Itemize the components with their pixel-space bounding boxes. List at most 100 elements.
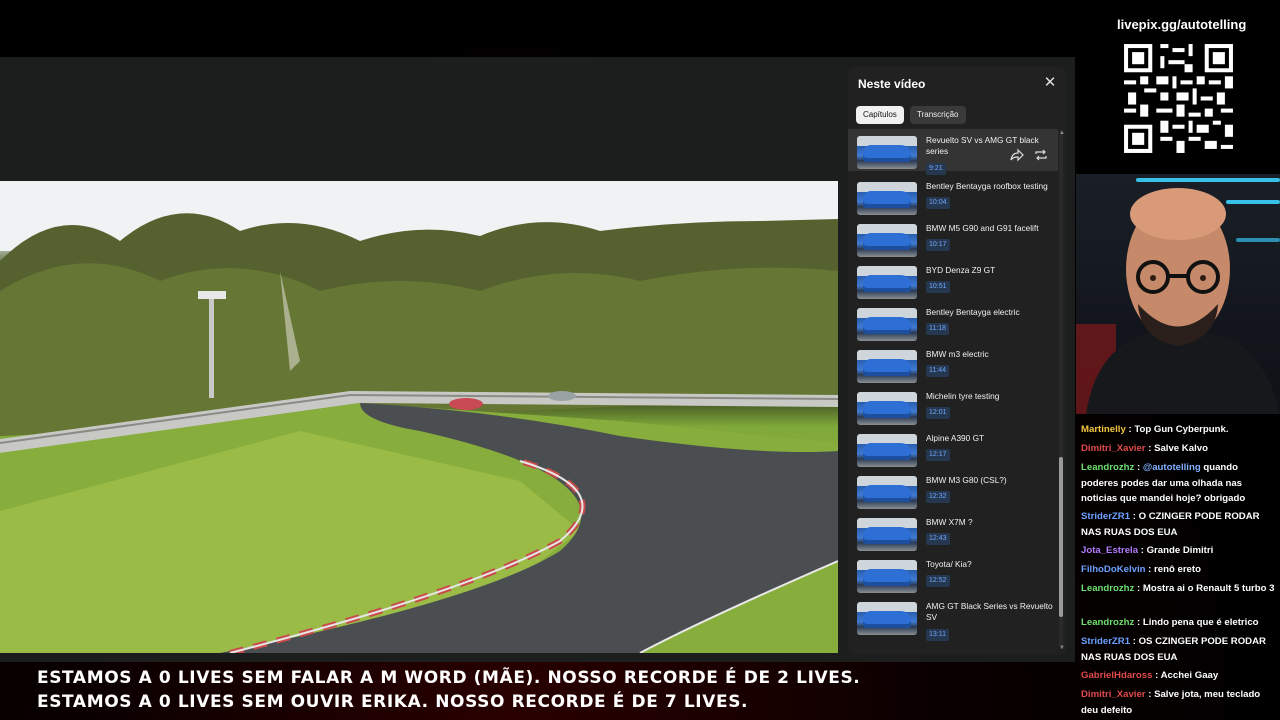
chat-text: Salve Kalvo <box>1154 443 1208 454</box>
chat-message: Leandrozhz : @autotelling quando poderes… <box>1081 462 1246 504</box>
chat-message: Martinelly : Top Gun Cyberpunk. <box>1081 424 1229 435</box>
chapter-title: Bentley Bentayga electric <box>926 307 1020 317</box>
bottom-ticker: ESTAMOS A 0 LIVES SEM FALAR A M WORD (MÃ… <box>0 662 1075 720</box>
chapter-thumbnail <box>857 560 917 593</box>
chapter-thumbnail <box>857 224 917 257</box>
chat-username[interactable]: Leandrozhz <box>1081 617 1134 628</box>
chapter-time[interactable]: 10:51 <box>926 281 950 293</box>
chapter-item[interactable]: BYD Denza Z9 GT 10:51 <box>848 259 1058 301</box>
chapter-time[interactable]: 11:18 <box>926 323 949 335</box>
ticker-line-2: ESTAMOS A 0 LIVES SEM OUVIR ERIKA. NOSSO… <box>37 692 749 712</box>
chapter-thumbnail <box>857 350 917 383</box>
chat-username[interactable]: Leandrozhz <box>1081 462 1134 473</box>
racetrack-scene <box>0 181 838 653</box>
chat-text: Top Gun Cyberpunk. <box>1134 424 1229 435</box>
chapter-item[interactable]: Michelin tyre testing 12:01 <box>848 385 1058 427</box>
streamer-silhouette <box>1076 188 1280 414</box>
chapter-title: Alpine A390 GT <box>926 433 985 443</box>
chat-username[interactable]: Jota_Estrela <box>1081 545 1138 556</box>
chapter-item[interactable]: BMW M3 G80 (CSL?) 12:32 <box>848 469 1058 511</box>
chapter-item[interactable]: Revuelto SV vs AMG GT black series 9:21 <box>848 129 1058 175</box>
webcam-feed <box>1076 174 1280 414</box>
chapter-thumbnail <box>857 434 917 467</box>
chat-message: FilhoDoKelvin : renô ereto <box>1081 564 1201 575</box>
chapter-item[interactable]: Bentley Bentayga electric 11:18 <box>848 301 1058 343</box>
chat-message: Dimitri_Xavier : Salve jota, meu teclado… <box>1081 689 1261 716</box>
chapter-title: BMW m3 electric <box>926 349 989 359</box>
chapter-title: BMW M5 G90 and G91 facelift <box>926 223 1039 233</box>
chat-text: Grande Dimitri <box>1146 545 1214 556</box>
chapter-time[interactable]: 11:44 <box>926 365 949 377</box>
chat-username[interactable]: StriderZR1 <box>1081 511 1130 522</box>
chapter-item[interactable]: BMW M5 G90 and G91 facelift 10:17 <box>848 217 1058 259</box>
chapter-title: AMG GT Black Series vs Revuelto SV <box>926 601 1053 622</box>
chapter-time[interactable]: 12:52 <box>926 575 950 587</box>
chapter-thumbnail <box>857 182 917 215</box>
chat-message: Jota_Estrela : Grande Dimitri <box>1081 545 1214 556</box>
video-frame-image[interactable] <box>0 181 838 653</box>
chapter-time[interactable]: 10:04 <box>926 197 950 209</box>
ticker-line-1: ESTAMOS A 0 LIVES SEM FALAR A M WORD (MÃ… <box>37 668 861 688</box>
chapter-thumbnail <box>857 266 917 299</box>
chapter-title: BYD Denza Z9 GT <box>926 265 996 275</box>
close-icon[interactable]: ✕ <box>1042 75 1058 91</box>
chapter-title: Michelin tyre testing <box>926 391 1000 401</box>
chat-text: Lindo pena que é eletrico <box>1142 617 1259 628</box>
chapter-title: BMW X7M ? <box>926 517 973 527</box>
scroll-down-icon[interactable]: ▼ <box>1059 645 1065 651</box>
panel-header: Neste vídeo ✕ <box>848 67 1066 101</box>
chapter-item[interactable]: BMW X7M ? 12:43 <box>848 511 1058 553</box>
chapter-title: BMW M3 G80 (CSL?) <box>926 475 1007 485</box>
chapter-scrollbar[interactable] <box>1059 131 1063 649</box>
chapter-thumbnail <box>857 476 917 509</box>
chapter-time[interactable]: 9:21 <box>926 163 946 175</box>
tab-chapters[interactable]: Capítulos <box>856 106 904 124</box>
chapter-time[interactable]: 12:43 <box>926 533 950 545</box>
chat-username[interactable]: FilhoDoKelvin <box>1081 564 1146 575</box>
chapters-panel: Neste vídeo ✕ Capítulos Transcrição Revu… <box>848 67 1066 655</box>
chapter-time[interactable]: 13:11 <box>926 629 949 641</box>
loop-icon[interactable] <box>1034 148 1048 162</box>
chat-feed: Martinelly : Top Gun Cyberpunk. Dimitri_… <box>1076 420 1280 720</box>
chapter-thumbnail <box>857 392 917 425</box>
livepix-url: livepix.gg/autotelling <box>1117 17 1247 32</box>
stream-overlay: Neste vídeo ✕ Capítulos Transcrição Revu… <box>0 0 1280 720</box>
chapter-thumbnail <box>857 518 917 551</box>
chapter-thumbnail <box>857 308 917 341</box>
share-icon[interactable] <box>1010 148 1024 162</box>
chat-username[interactable]: Martinelly <box>1081 424 1126 435</box>
panel-title: Neste vídeo <box>858 77 926 91</box>
chapter-item[interactable]: BMW m3 electric 11:44 <box>848 343 1058 385</box>
qr-code <box>1120 40 1237 157</box>
chat-message: Leandrozhz : Lindo pena que é eletrico <box>1081 617 1259 628</box>
chat-username[interactable]: GabrielHdaross <box>1081 670 1152 681</box>
chapter-time[interactable]: 10:17 <box>926 239 950 251</box>
chapter-item[interactable]: Bentley Bentayga roofbox testing 10:04 <box>848 175 1058 217</box>
chat-username[interactable]: Dimitri_Xavier <box>1081 689 1146 700</box>
chapter-time[interactable]: 12:01 <box>926 407 950 419</box>
scroll-thumb[interactable] <box>1059 457 1063 617</box>
chapter-item[interactable]: Alpine A390 GT 12:17 <box>848 427 1058 469</box>
chat-username[interactable]: StriderZR1 <box>1081 636 1130 647</box>
chat-message: StriderZR1 : OS CZINGER PODE RODAR NAS R… <box>1081 636 1266 663</box>
chat-message: StriderZR1 : O CZINGER PODE RODAR NAS RU… <box>1081 511 1260 538</box>
chapter-thumbnail <box>857 602 917 635</box>
chapter-title: Bentley Bentayga roofbox testing <box>926 181 1048 191</box>
chapter-title: Toyota/ Kia? <box>926 559 972 569</box>
chat-text: Acchei Gaay <box>1160 670 1219 681</box>
chat-username[interactable]: Dimitri_Xavier <box>1081 443 1146 454</box>
chat-message: Leandrozhz : Mostra ai o Renault 5 turbo… <box>1081 583 1275 594</box>
chat-text: Mostra ai o Renault 5 turbo 3 <box>1142 583 1275 594</box>
chat-message: GabrielHdaross : Acchei Gaay <box>1081 670 1219 681</box>
chapter-item[interactable]: AMG GT Black Series vs Revuelto SV 13:11 <box>848 595 1058 641</box>
chapter-time[interactable]: 12:17 <box>926 449 950 461</box>
chapter-item[interactable]: Toyota/ Kia? 12:52 <box>848 553 1058 595</box>
tab-transcript[interactable]: Transcrição <box>910 106 966 124</box>
chat-text: renô ereto <box>1154 564 1201 575</box>
chapter-time[interactable]: 12:32 <box>926 491 950 503</box>
chat-message: Dimitri_Xavier : Salve Kalvo <box>1081 443 1208 454</box>
scroll-up-icon[interactable]: ▲ <box>1059 130 1065 136</box>
chat-mention[interactable]: @autotelling <box>1143 462 1201 473</box>
chat-username[interactable]: Leandrozhz <box>1081 583 1134 594</box>
chapter-thumbnail <box>857 136 917 169</box>
